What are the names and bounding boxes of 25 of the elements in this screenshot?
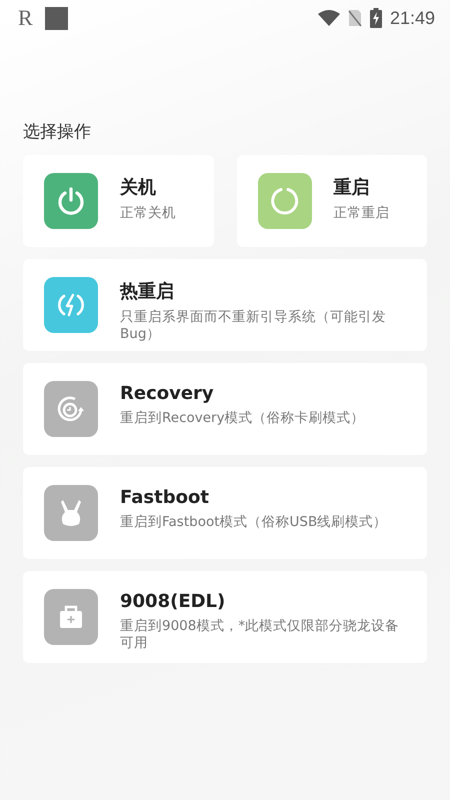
action-description: 重启到9008模式，*此模式仅限部分骁龙设备可用 (120, 618, 400, 652)
section-title: 选择操作 (23, 121, 92, 143)
action-description: 正常关机 (120, 205, 177, 222)
action-card[interactable]: Recovery 重启到Recovery模式（俗称卡刷模式） (23, 363, 427, 455)
action-description: 正常重启 (334, 205, 390, 222)
action-title: 热重启 (120, 280, 175, 303)
action-title: Fastboot (120, 487, 210, 508)
notification-glyph: R (18, 5, 33, 31)
action-card[interactable]: Fastboot 重启到Fastboot模式（俗称USB线刷模式） (23, 467, 427, 559)
action-title: 重启 (334, 176, 370, 199)
action-description: 只重启系界面而不重新引导系统（可能引发Bug） (120, 309, 387, 343)
action-title: 关机 (120, 176, 157, 199)
action-title: 9008(EDL) (120, 591, 226, 612)
action-description: 重启到Fastboot模式（俗称USB线刷模式） (120, 514, 388, 531)
action-card[interactable]: 热重启 只重启系界面而不重新引导系统（可能引发Bug） (23, 259, 427, 351)
action-description: 重启到Recovery模式（俗称卡刷模式） (120, 410, 366, 427)
wifi-icon (318, 10, 340, 26)
action-title: Recovery (120, 383, 215, 404)
notification-icon (44, 6, 68, 30)
action-card[interactable]: 关机 正常关机 (23, 155, 214, 247)
action-card[interactable]: 重启 正常重启 (236, 155, 427, 247)
clock-time: 21:49 (390, 8, 435, 28)
action-card[interactable]: 9008(EDL) 重启到9008模式，*此模式仅限部分骁龙设备可用 (23, 571, 427, 663)
no-sim-icon (348, 9, 362, 27)
battery-charging-icon (370, 8, 382, 28)
